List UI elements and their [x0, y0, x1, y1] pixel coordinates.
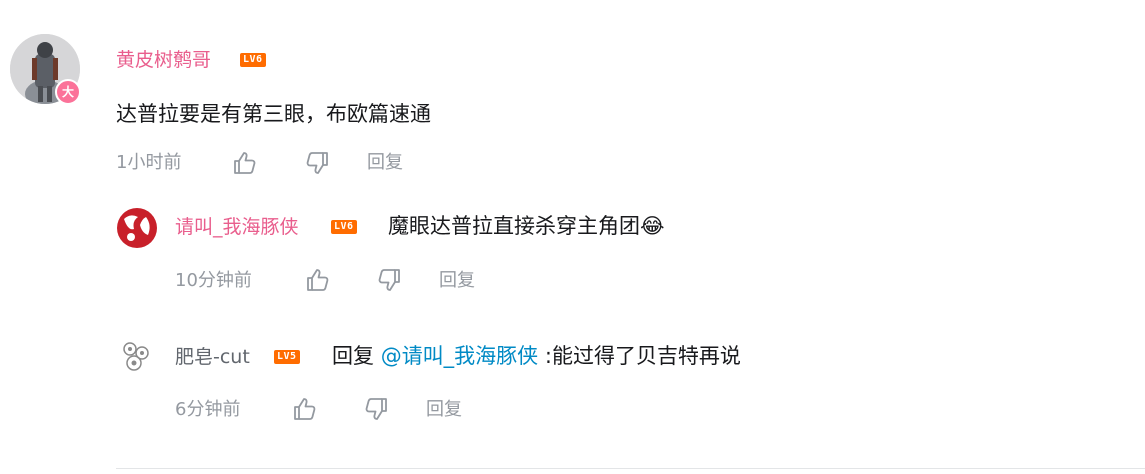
mention-link[interactable]: @请叫_我海豚侠 [381, 344, 539, 368]
reply-button[interactable]: 回复 [367, 151, 403, 175]
laughing-emoji: 😂 [640, 214, 665, 238]
like-button[interactable] [292, 396, 318, 422]
dislike-button[interactable] [304, 150, 330, 176]
reply-avatar[interactable] [116, 207, 158, 249]
reply-username[interactable]: 肥皂-cut [175, 345, 250, 369]
avatar-image [116, 207, 158, 249]
reply-time: 10分钟前 [175, 270, 252, 291]
avatar-image [116, 338, 156, 378]
comment-content: 达普拉要是有第三眼，布欧篇速通 [116, 102, 431, 126]
reply-prefix: 回复 [332, 344, 374, 368]
reply-avatar[interactable] [116, 338, 156, 378]
thumbs-down-icon [306, 152, 328, 174]
level-badge: LV6 [331, 220, 357, 234]
like-button[interactable] [305, 267, 331, 293]
reply-button[interactable]: 回复 [426, 398, 462, 422]
divider [116, 468, 1145, 469]
thumbs-down-icon [378, 269, 400, 291]
reply-button[interactable]: 回复 [439, 269, 475, 293]
comment-username[interactable]: 黄皮树鹩哥 [116, 48, 211, 72]
level-badge: LV5 [274, 350, 300, 364]
thumbs-up-icon [307, 269, 329, 291]
thumbs-up-icon [294, 398, 316, 420]
reply-time: 6分钟前 [175, 399, 241, 420]
comment-time: 1小时前 [116, 152, 182, 173]
thumbs-down-icon [365, 398, 387, 420]
like-button[interactable] [232, 150, 258, 176]
dislike-button[interactable] [363, 396, 389, 422]
vip-badge: 大 [55, 79, 81, 105]
level-badge: LV6 [240, 53, 266, 67]
dislike-button[interactable] [376, 267, 402, 293]
reply-username[interactable]: 请叫_我海豚侠 [175, 215, 299, 239]
reply-content: 回复 @请叫_我海豚侠 :能过得了贝吉特再说 [332, 344, 741, 368]
thumbs-up-icon [234, 152, 256, 174]
reply-content: 魔眼达普拉直接杀穿主角团😂 [388, 214, 665, 238]
